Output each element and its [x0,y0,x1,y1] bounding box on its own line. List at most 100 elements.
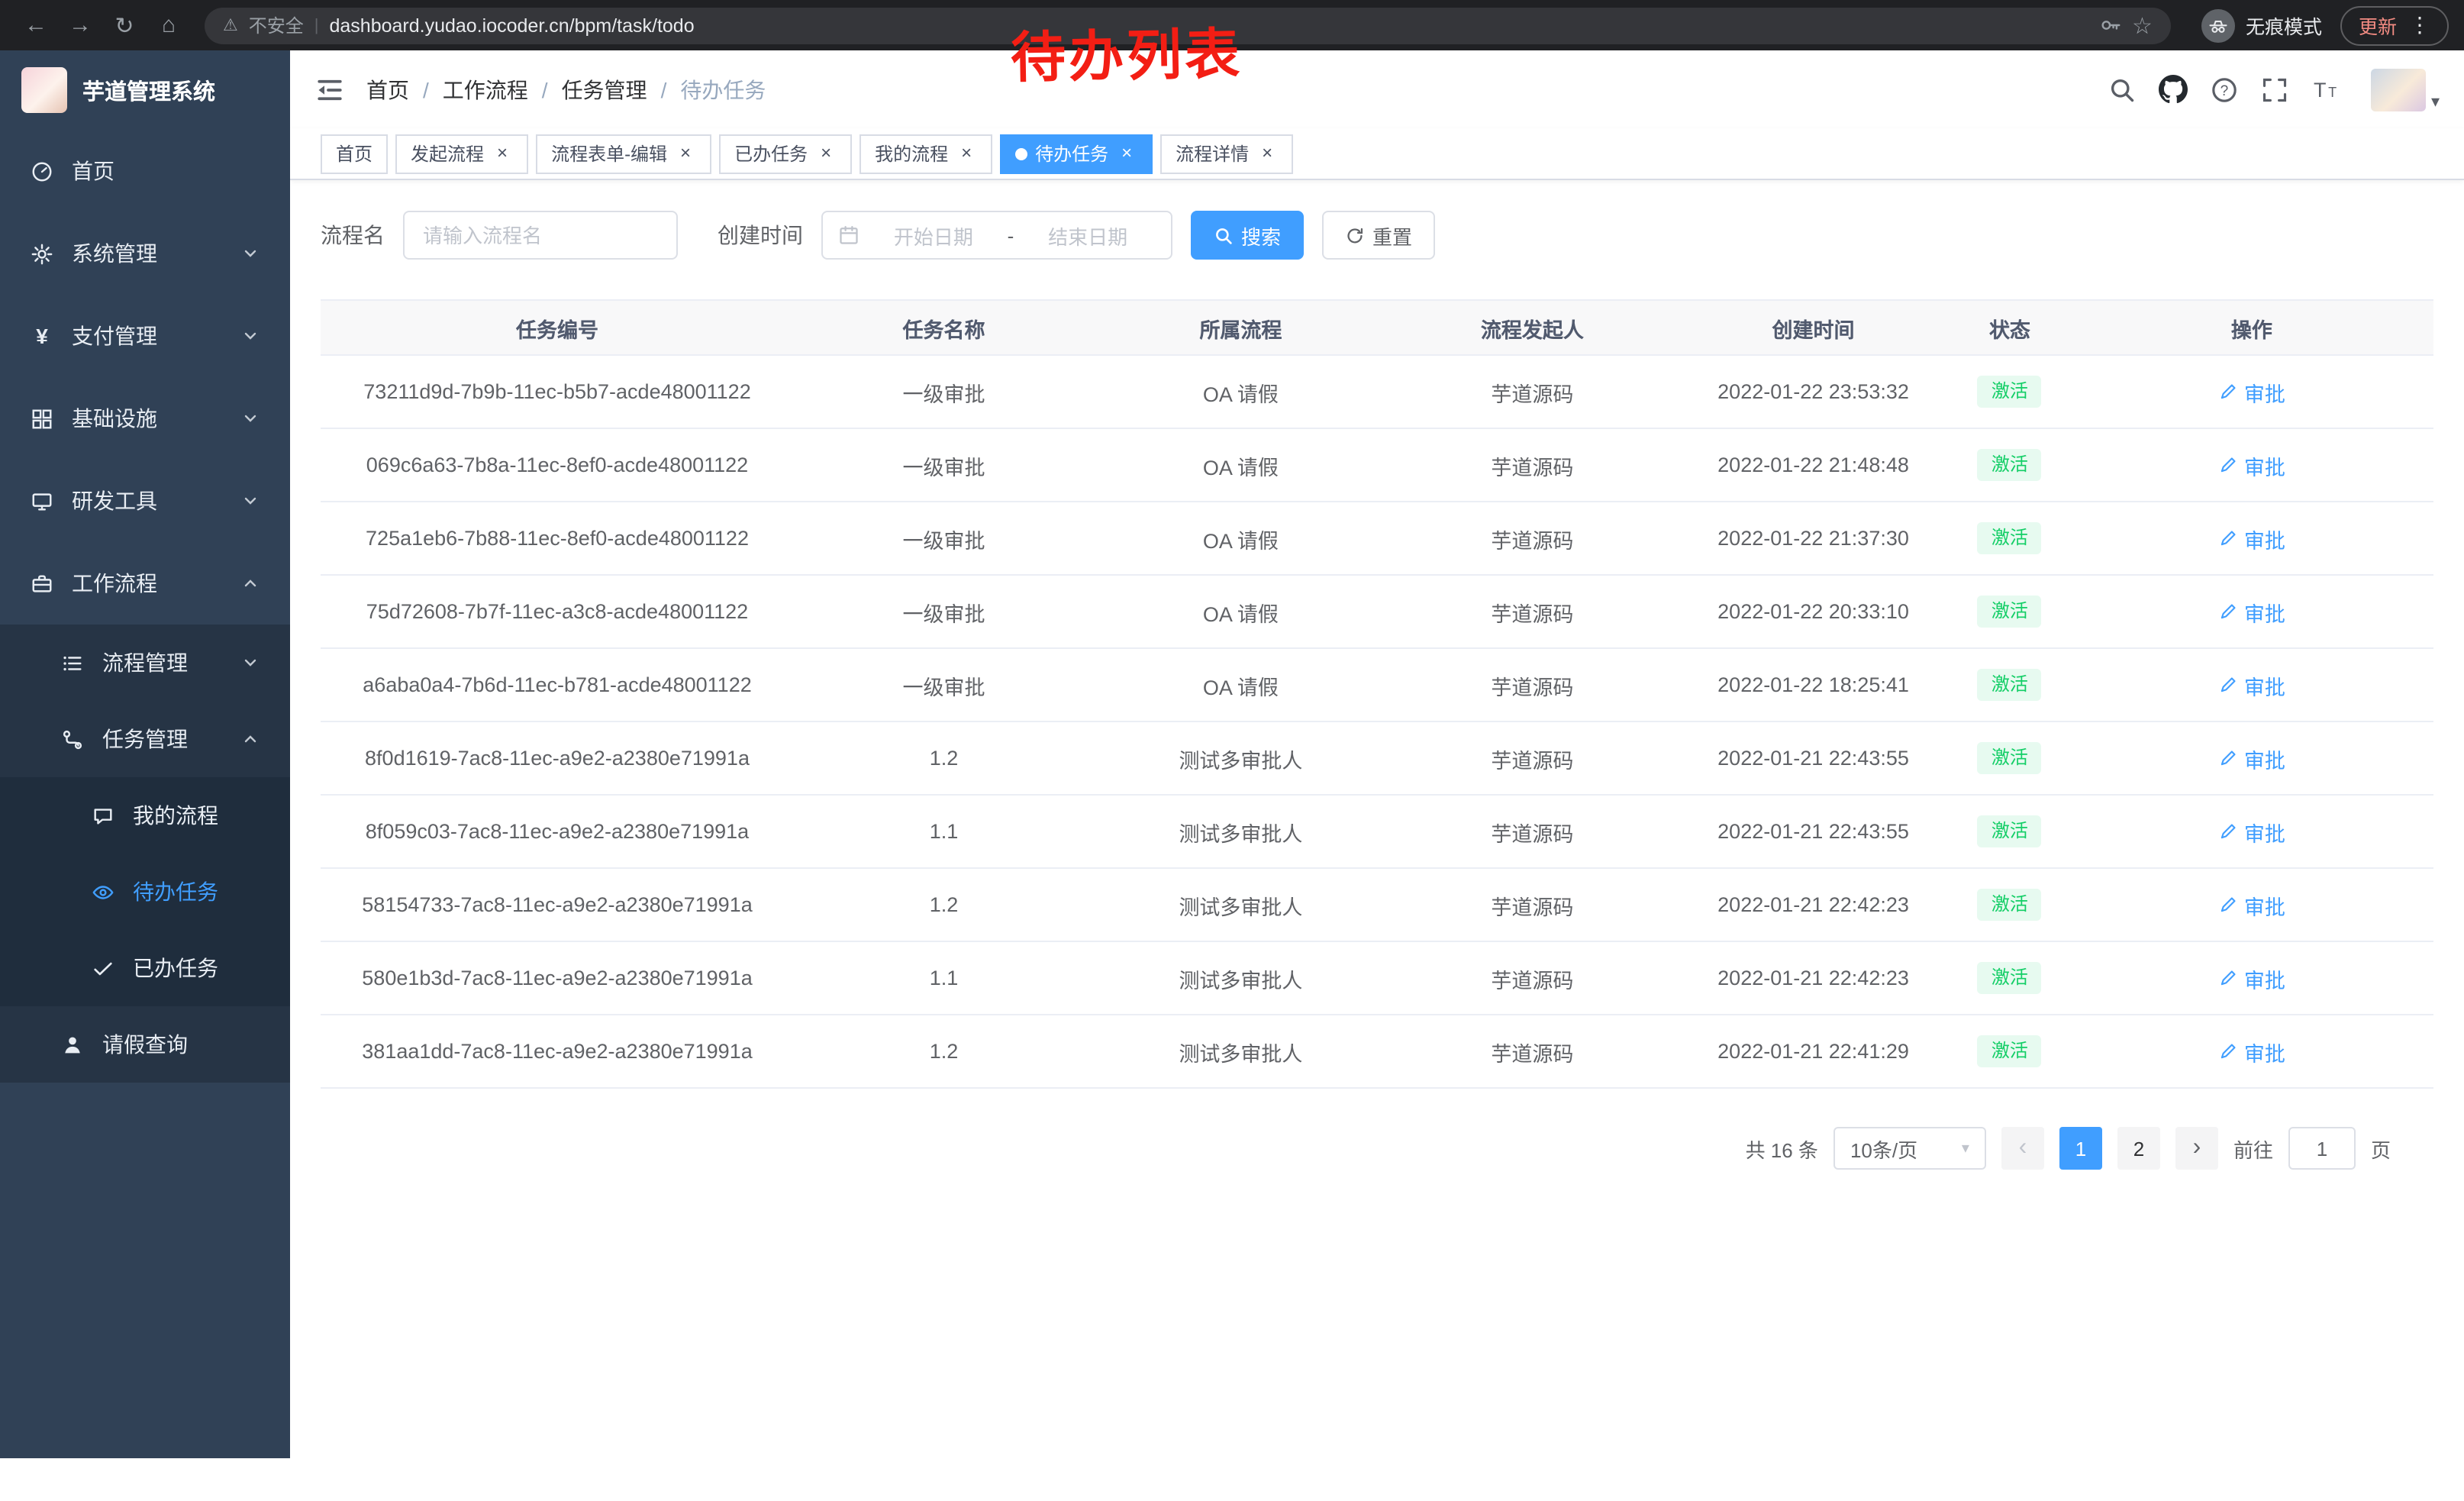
total-count: 共 16 条 [1746,1134,1818,1163]
navbar-tools: ? TT ▾ [2109,68,2440,111]
tab-process-form-edit[interactable]: 流程表单-编辑× [536,134,711,173]
sidebar-item-home[interactable]: 首页 [0,130,290,212]
sidebar-item-label: 已办任务 [133,953,260,983]
approve-link-label: 审批 [2244,816,2285,847]
date-range-picker[interactable]: 开始日期 - 结束日期 [821,211,1172,260]
task-created: 2022-01-21 22:43:55 [1717,747,1909,770]
forward-icon[interactable]: → [60,5,101,46]
sidebar-item-label: 待办任务 [133,876,260,907]
close-tab-icon[interactable]: × [815,143,837,164]
table-row: 8f0d1619-7ac8-11ec-a9e2-a2380e71991a 1.2… [321,721,2433,795]
close-tab-icon[interactable]: × [1256,143,1278,164]
breadcrumb-item-home[interactable]: 首页 [366,74,409,105]
approve-link-label: 审批 [2244,376,2285,407]
security-label[interactable]: 不安全 [249,12,304,38]
font-size-icon[interactable]: TT [2312,76,2340,103]
page-content: 流程名 创建时间 开始日期 - 结束日期 搜索 重置 [290,180,2464,1170]
task-name: 一级审批 [903,676,985,699]
approve-link[interactable]: 审批 [2218,376,2285,407]
task-name: 一级审批 [903,383,985,405]
breadcrumb-item-task-mgmt[interactable]: 任务管理 [528,74,647,105]
goto-label: 前往 [2233,1134,2273,1163]
sidebar-item-todo-tasks[interactable]: 待办任务 [0,854,290,930]
tab-done-tasks[interactable]: 已办任务× [719,134,852,173]
sidebar-item-infrastructure[interactable]: 基础设施 [0,377,290,460]
prev-page-button[interactable]: ‹ [2001,1127,2044,1170]
tags-view: 首页 发起流程× 流程表单-编辑× 已办任务× 我的流程× 待办任务× 流程详情… [290,128,2464,180]
page-number-1[interactable]: 1 [2059,1127,2102,1170]
github-icon[interactable] [2159,75,2188,104]
update-label[interactable]: 更新 [2359,11,2397,40]
approve-link[interactable]: 审批 [2218,963,2285,993]
breadcrumb-item-todo: 待办任务 [647,74,766,105]
search-icon[interactable] [2109,76,2137,103]
edit-pen-icon [2218,748,2238,768]
table-row: 069c6a63-7b8a-11ec-8ef0-acde48001122 一级审… [321,428,2433,502]
approve-link[interactable]: 审批 [2218,523,2285,554]
col-task-id: 任务编号 [321,300,794,355]
sidebar-item-process-mgmt[interactable]: 流程管理 [0,625,290,701]
approve-link[interactable]: 审批 [2218,1036,2285,1067]
tab-todo-tasks[interactable]: 待办任务× [1000,134,1153,173]
sidebar-item-task-mgmt[interactable]: 任务管理 [0,701,290,777]
sidebar-item-label: 流程管理 [102,647,241,678]
table-row: 725a1eb6-7b88-11ec-8ef0-acde48001122 一级审… [321,502,2433,575]
approve-link[interactable]: 审批 [2218,889,2285,920]
logo[interactable]: 芋道管理系统 [0,50,290,130]
process-name-input[interactable] [403,211,678,260]
close-tab-icon[interactable]: × [492,143,513,164]
sidebar-item-workflow[interactable]: 工作流程 [0,542,290,625]
sidebar-item-leave-query[interactable]: 请假查询 [0,1006,290,1083]
incognito-badge[interactable]: 无痕模式 [2201,8,2322,42]
next-page-button[interactable]: › [2175,1127,2218,1170]
tab-process-detail[interactable]: 流程详情× [1160,134,1293,173]
tab-home[interactable]: 首页 [321,134,388,173]
chevron-up-icon [241,574,260,592]
table-row: 58154733-7ac8-11ec-a9e2-a2380e71991a 1.2… [321,868,2433,941]
close-tab-icon[interactable]: × [956,143,977,164]
approve-link[interactable]: 审批 [2218,816,2285,847]
page-number-2[interactable]: 2 [2117,1127,2160,1170]
approve-link[interactable]: 审批 [2218,596,2285,627]
reset-button[interactable]: 重置 [1322,211,1435,260]
bookmark-star-icon[interactable]: ☆ [2132,11,2153,39]
more-menu-icon[interactable]: ⋮ [2409,12,2430,38]
approve-link[interactable]: 审批 [2218,743,2285,773]
approve-link[interactable]: 审批 [2218,450,2285,480]
caret-down-icon: ▾ [1962,1140,1969,1157]
sidebar-item-system-mgmt[interactable]: 系统管理 [0,212,290,295]
user-avatar[interactable]: ▾ [2372,68,2440,111]
key-icon[interactable] [2098,14,2121,37]
reload-icon[interactable]: ↻ [104,5,145,46]
page-size-select[interactable]: 10条/页 ▾ [1833,1127,1986,1170]
sidebar-item-dev-tools[interactable]: 研发工具 [0,460,290,542]
approve-link[interactable]: 审批 [2218,670,2285,700]
home-icon[interactable]: ⌂ [148,5,189,46]
end-date-placeholder[interactable]: 结束日期 [1020,221,1156,250]
person-icon [61,1033,84,1056]
fullscreen-icon[interactable] [2262,76,2289,103]
breadcrumb-item-workflow[interactable]: 工作流程 [409,74,528,105]
sidebar-item-my-process[interactable]: 我的流程 [0,777,290,854]
url-text[interactable]: dashboard.yudao.iocoder.cn/bpm/task/todo [330,15,695,36]
task-created: 2022-01-22 20:33:10 [1717,600,1909,623]
tab-my-process[interactable]: 我的流程× [859,134,992,173]
sidebar-item-label: 请假查询 [102,1029,260,1060]
tab-start-process[interactable]: 发起流程× [395,134,528,173]
task-id: 069c6a63-7b8a-11ec-8ef0-acde48001122 [366,454,748,476]
close-tab-icon[interactable]: × [675,143,696,164]
approve-link-label: 审批 [2244,743,2285,773]
goto-page-input[interactable] [2288,1127,2356,1170]
hamburger-icon[interactable] [314,74,345,105]
sidebar-item-done-tasks[interactable]: 已办任务 [0,930,290,1006]
help-icon[interactable]: ? [2211,76,2239,103]
search-button[interactable]: 搜索 [1191,211,1304,260]
edit-pen-icon [2218,822,2238,841]
sidebar-item-payment-mgmt[interactable]: ¥ 支付管理 [0,295,290,377]
close-tab-icon[interactable]: × [1116,143,1137,164]
back-icon[interactable]: ← [15,5,56,46]
update-button[interactable]: 更新 ⋮ [2340,5,2449,45]
task-initiator: 芋道源码 [1491,529,1573,552]
table-row: 8f059c03-7ac8-11ec-a9e2-a2380e71991a 1.1… [321,795,2433,868]
start-date-placeholder[interactable]: 开始日期 [866,221,1001,250]
